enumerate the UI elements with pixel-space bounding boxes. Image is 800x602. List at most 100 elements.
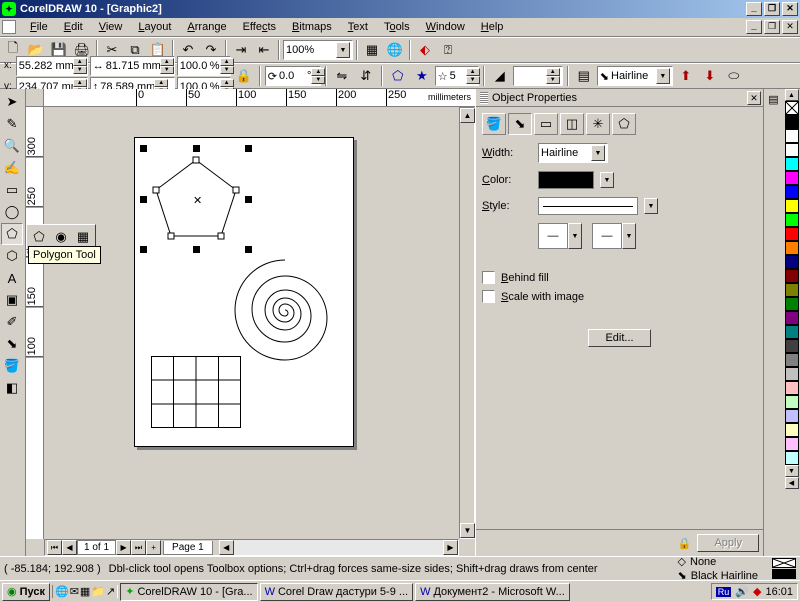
tray-icon[interactable]: 🔊 — [735, 585, 749, 598]
pick-tool[interactable]: ➤ — [1, 91, 23, 113]
selection-handles[interactable] — [143, 148, 249, 250]
text-tool[interactable]: A — [1, 267, 23, 289]
color-dropdown[interactable]: ▼ — [600, 172, 614, 188]
interactive-fill-tool[interactable]: ◧ — [1, 377, 23, 399]
taskbar-item[interactable]: WДокумент2 - Microsoft W... — [415, 583, 570, 601]
quicklaunch-icon[interactable]: ✉ — [70, 585, 79, 598]
eyedropper-tool[interactable]: ✐ — [1, 311, 23, 333]
sharpness-input[interactable]: ▲▼ — [513, 66, 563, 86]
quicklaunch-icon[interactable]: 🌐 — [55, 585, 69, 598]
quicklaunch-icon[interactable]: 📁 — [91, 585, 105, 598]
edit-outline-button[interactable]: Edit... — [588, 329, 650, 347]
last-page-button[interactable]: ⏭ — [131, 540, 146, 555]
start-button[interactable]: ◉Пуск — [2, 583, 50, 601]
first-page-button[interactable]: ⏮ — [47, 540, 62, 555]
color-swatch[interactable] — [785, 283, 799, 297]
internet-tab[interactable]: ✳ — [586, 113, 610, 135]
color-swatch[interactable] — [785, 409, 799, 423]
quicklaunch-icon[interactable]: ▦ — [80, 585, 90, 598]
detail-tab[interactable]: ◫ — [560, 113, 584, 135]
mirror-h-button[interactable]: ⇋ — [331, 65, 353, 87]
menu-window[interactable]: Window — [418, 19, 473, 35]
color-swatch[interactable] — [785, 241, 799, 255]
x-position-input[interactable]: ▲▼ — [16, 56, 88, 76]
polygon-mode-button[interactable]: ⬠ — [387, 65, 409, 87]
palette-expand-button[interactable]: ◀ — [785, 477, 799, 489]
mdi-minimize-button[interactable]: _ — [746, 20, 762, 34]
convert-curves-button[interactable]: ⬭ — [723, 65, 745, 87]
color-swatch[interactable] — [785, 311, 799, 325]
whats-this-button[interactable]: ⍰ — [437, 39, 459, 61]
fill-tab[interactable]: 🪣 — [482, 113, 506, 135]
ellipse-tool[interactable]: ◯ — [1, 201, 23, 223]
mdi-restore-button[interactable]: ❐ — [764, 20, 780, 34]
color-swatch[interactable] — [785, 143, 799, 157]
menu-arrange[interactable]: Arrange — [179, 19, 234, 35]
color-swatch[interactable] — [785, 367, 799, 381]
app-launcher-button[interactable]: ▦ — [361, 39, 383, 61]
color-swatch[interactable] — [785, 423, 799, 437]
lock-icon[interactable]: 🔒 — [678, 537, 692, 550]
polygon-tool[interactable]: ⬠ ⬠ ◉ ▦ Polygon Tool — [1, 223, 23, 245]
shape-tool[interactable]: ✎ — [1, 113, 23, 135]
vertical-ruler[interactable]: 300 250 200 150 100 — [26, 107, 44, 539]
color-swatch[interactable] — [785, 157, 799, 171]
scroll-right-button[interactable]: ▶ — [443, 540, 458, 555]
clock[interactable]: 16:01 — [765, 586, 793, 598]
outline-tab[interactable]: ⬊ — [508, 113, 532, 135]
zoom-tool[interactable]: 🔍 — [1, 135, 23, 157]
style-dropdown[interactable]: ▼ — [644, 198, 658, 214]
export-button[interactable]: ⇤ — [253, 39, 275, 61]
color-swatch[interactable] — [785, 451, 799, 465]
color-swatch[interactable] — [785, 171, 799, 185]
restore-button[interactable]: ❐ — [764, 2, 780, 16]
scroll-left-button[interactable]: ◀ — [219, 540, 234, 555]
taskbar-item[interactable]: ✦CorelDRAW 10 - [Gra... — [120, 583, 257, 601]
menu-layout[interactable]: Layout — [130, 19, 179, 35]
color-swatch[interactable] — [785, 395, 799, 409]
taskbar-item[interactable]: WCorel Draw дастури 5-9 ... — [260, 583, 413, 601]
docker-tab-icon[interactable]: ▤ — [768, 93, 778, 106]
outline-width-select[interactable]: Hairline▼ — [538, 143, 608, 163]
sharpness-button[interactable]: ◢ — [489, 65, 511, 87]
apply-button[interactable]: Apply — [697, 534, 759, 552]
mirror-v-button[interactable]: ⇵ — [355, 65, 377, 87]
width-input[interactable]: ↔▲▼ — [90, 56, 175, 76]
horizontal-ruler[interactable]: 0 50 100 150 200 250 millimeters — [44, 89, 475, 107]
color-swatch[interactable] — [785, 437, 799, 451]
spiral-shape[interactable] — [230, 258, 340, 368]
color-swatch[interactable] — [785, 381, 799, 395]
canvas-viewport[interactable]: ✕ — [44, 107, 459, 539]
quicklaunch-icon[interactable]: ↗ — [106, 585, 115, 598]
script-button[interactable]: ⬖ — [414, 39, 436, 61]
menu-text[interactable]: Text — [340, 19, 376, 35]
fill-tool[interactable]: 🪣 — [1, 355, 23, 377]
wrap-text-button[interactable]: ▤ — [573, 65, 595, 87]
color-swatch[interactable] — [785, 115, 799, 129]
ruler-origin[interactable] — [26, 89, 44, 107]
freehand-tool[interactable]: ✍ — [1, 157, 23, 179]
menu-edit[interactable]: Edit — [56, 19, 91, 35]
start-arrow-well[interactable]: — — [538, 223, 568, 249]
flyout-spiral[interactable]: ◉ — [50, 226, 72, 248]
menu-help[interactable]: Help — [473, 19, 512, 35]
menu-view[interactable]: View — [91, 19, 131, 35]
basic-shapes-tool[interactable]: ⬡ — [1, 245, 23, 267]
color-swatch[interactable] — [785, 255, 799, 269]
palette-up-button[interactable]: ▲ — [785, 89, 799, 101]
color-swatch[interactable] — [785, 353, 799, 367]
polygon-tab[interactable]: ⬠ — [612, 113, 636, 135]
page-tab[interactable]: Page 1 — [163, 541, 213, 555]
general-tab[interactable]: ▭ — [534, 113, 558, 135]
color-swatch[interactable] — [785, 185, 799, 199]
lock-ratio-button[interactable]: 🔒 — [233, 65, 255, 87]
minimize-button[interactable]: _ — [746, 2, 762, 16]
end-arrow-well[interactable]: — — [592, 223, 622, 249]
color-swatch[interactable] — [785, 213, 799, 227]
color-swatch[interactable] — [785, 227, 799, 241]
prev-page-button[interactable]: ◀ — [62, 540, 77, 555]
outline-style-select[interactable] — [538, 197, 638, 215]
outline-preview[interactable] — [772, 569, 796, 579]
behind-fill-checkbox[interactable]: Behind fill — [482, 271, 757, 284]
to-front-button[interactable]: ⬆ — [675, 65, 697, 87]
